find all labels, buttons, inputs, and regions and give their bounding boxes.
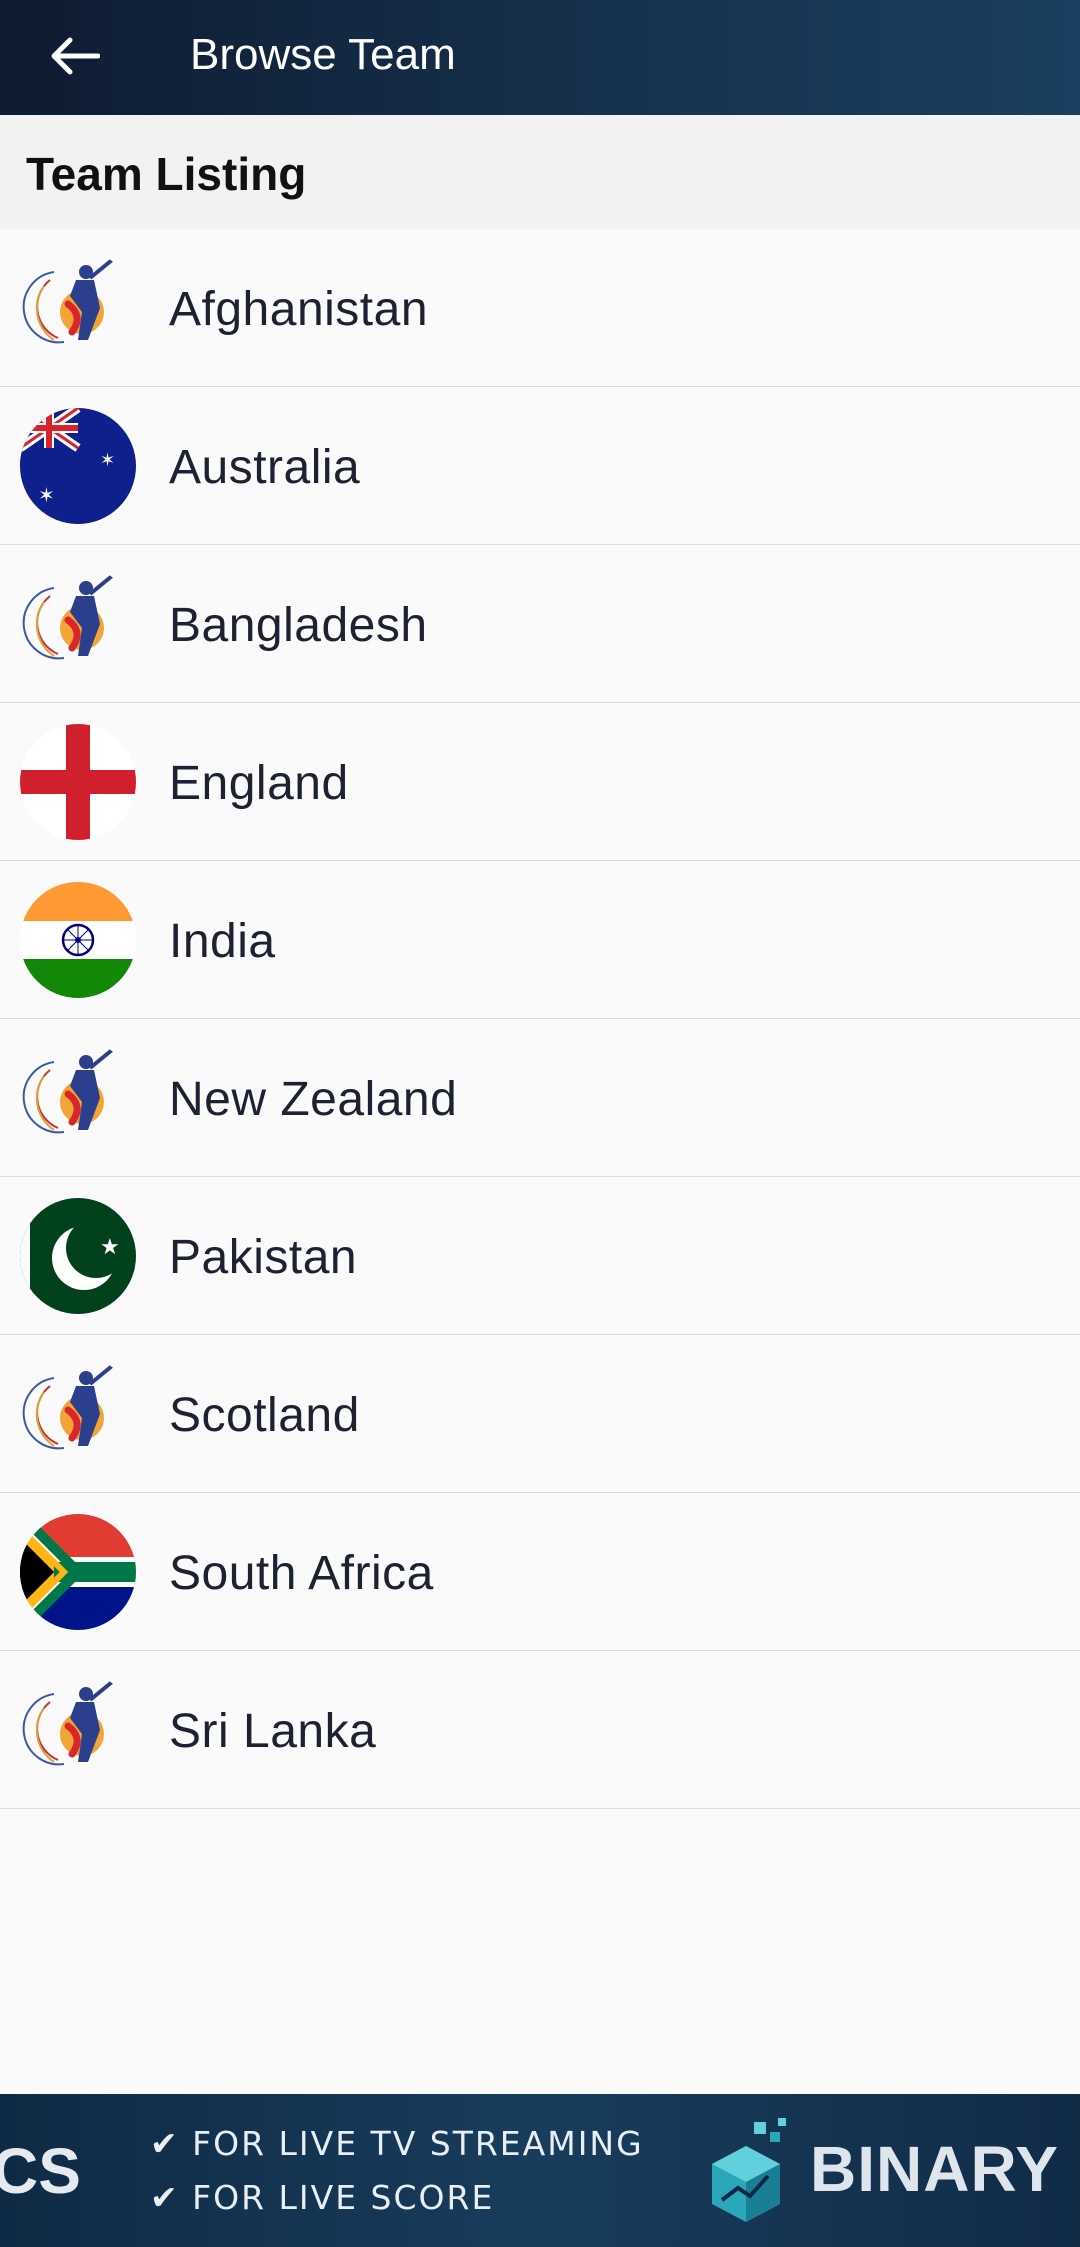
team-name: Bangladesh bbox=[169, 599, 428, 652]
cricket-logo-icon bbox=[20, 1356, 136, 1472]
banner-left-text: CS bbox=[0, 2135, 81, 2207]
banner-line-1: ✔ FOR LIVE TV STREAMING bbox=[150, 2124, 644, 2163]
cricket-logo-icon bbox=[20, 1040, 136, 1156]
team-row-pakistan[interactable]: ★ Pakistan bbox=[0, 1177, 1080, 1335]
team-name: India bbox=[169, 915, 276, 968]
australia-flag-icon: ✶ ✶ bbox=[20, 408, 136, 524]
binary-bricks-cube-icon bbox=[712, 2118, 786, 2222]
team-name: New Zealand bbox=[169, 1073, 458, 1126]
team-name: Afghanistan bbox=[169, 283, 429, 336]
team-row-new-zealand[interactable]: New Zealand bbox=[0, 1019, 1080, 1177]
team-name: Australia bbox=[169, 441, 361, 494]
team-row-england[interactable]: England bbox=[0, 703, 1080, 861]
team-name: Pakistan bbox=[169, 1231, 358, 1284]
team-name: England bbox=[169, 757, 349, 810]
cricket-logo-icon bbox=[20, 1672, 136, 1788]
team-name: Scotland bbox=[169, 1389, 360, 1442]
team-row-india[interactable]: India bbox=[0, 861, 1080, 1019]
page-title: Browse Team bbox=[190, 30, 456, 79]
team-name: South Africa bbox=[169, 1547, 434, 1600]
cricket-logo-icon bbox=[20, 250, 136, 366]
team-row-australia[interactable]: ✶ ✶ Australia bbox=[0, 387, 1080, 545]
team-row-south-africa[interactable]: South Africa bbox=[0, 1493, 1080, 1651]
arrow-left-icon bbox=[51, 37, 100, 75]
team-row-sri-lanka[interactable]: Sri Lanka bbox=[0, 1651, 1080, 1809]
section-header: Team Listing bbox=[0, 115, 1080, 229]
england-flag-icon bbox=[20, 724, 136, 840]
india-flag-icon bbox=[20, 882, 136, 998]
svg-text:★: ★ bbox=[100, 1235, 120, 1260]
team-name: Sri Lanka bbox=[169, 1705, 377, 1758]
team-row-scotland[interactable]: Scotland bbox=[0, 1335, 1080, 1493]
cricket-logo-icon bbox=[20, 566, 136, 682]
banner-brand-text: BINARY BRIC bbox=[810, 2133, 1080, 2205]
banner-line-2: ✔ FOR LIVE SCORE bbox=[150, 2178, 495, 2217]
svg-text:✶: ✶ bbox=[100, 450, 115, 471]
app-bar: Browse Team bbox=[0, 0, 1080, 115]
ad-banner[interactable]: CS ✔ FOR LIVE TV STREAMING ✔ FOR LIVE SC… bbox=[0, 2094, 1080, 2247]
south-africa-flag-icon bbox=[20, 1514, 136, 1630]
back-button[interactable] bbox=[36, 18, 112, 94]
pakistan-flag-icon: ★ bbox=[20, 1198, 136, 1314]
section-title: Team Listing bbox=[26, 148, 307, 200]
team-row-bangladesh[interactable]: Bangladesh bbox=[0, 545, 1080, 703]
team-list: Afghanistan ✶ ✶ Australia Bangladesh Eng… bbox=[0, 229, 1080, 1809]
svg-text:✶: ✶ bbox=[38, 483, 55, 507]
team-row-afghanistan[interactable]: Afghanistan bbox=[0, 229, 1080, 387]
